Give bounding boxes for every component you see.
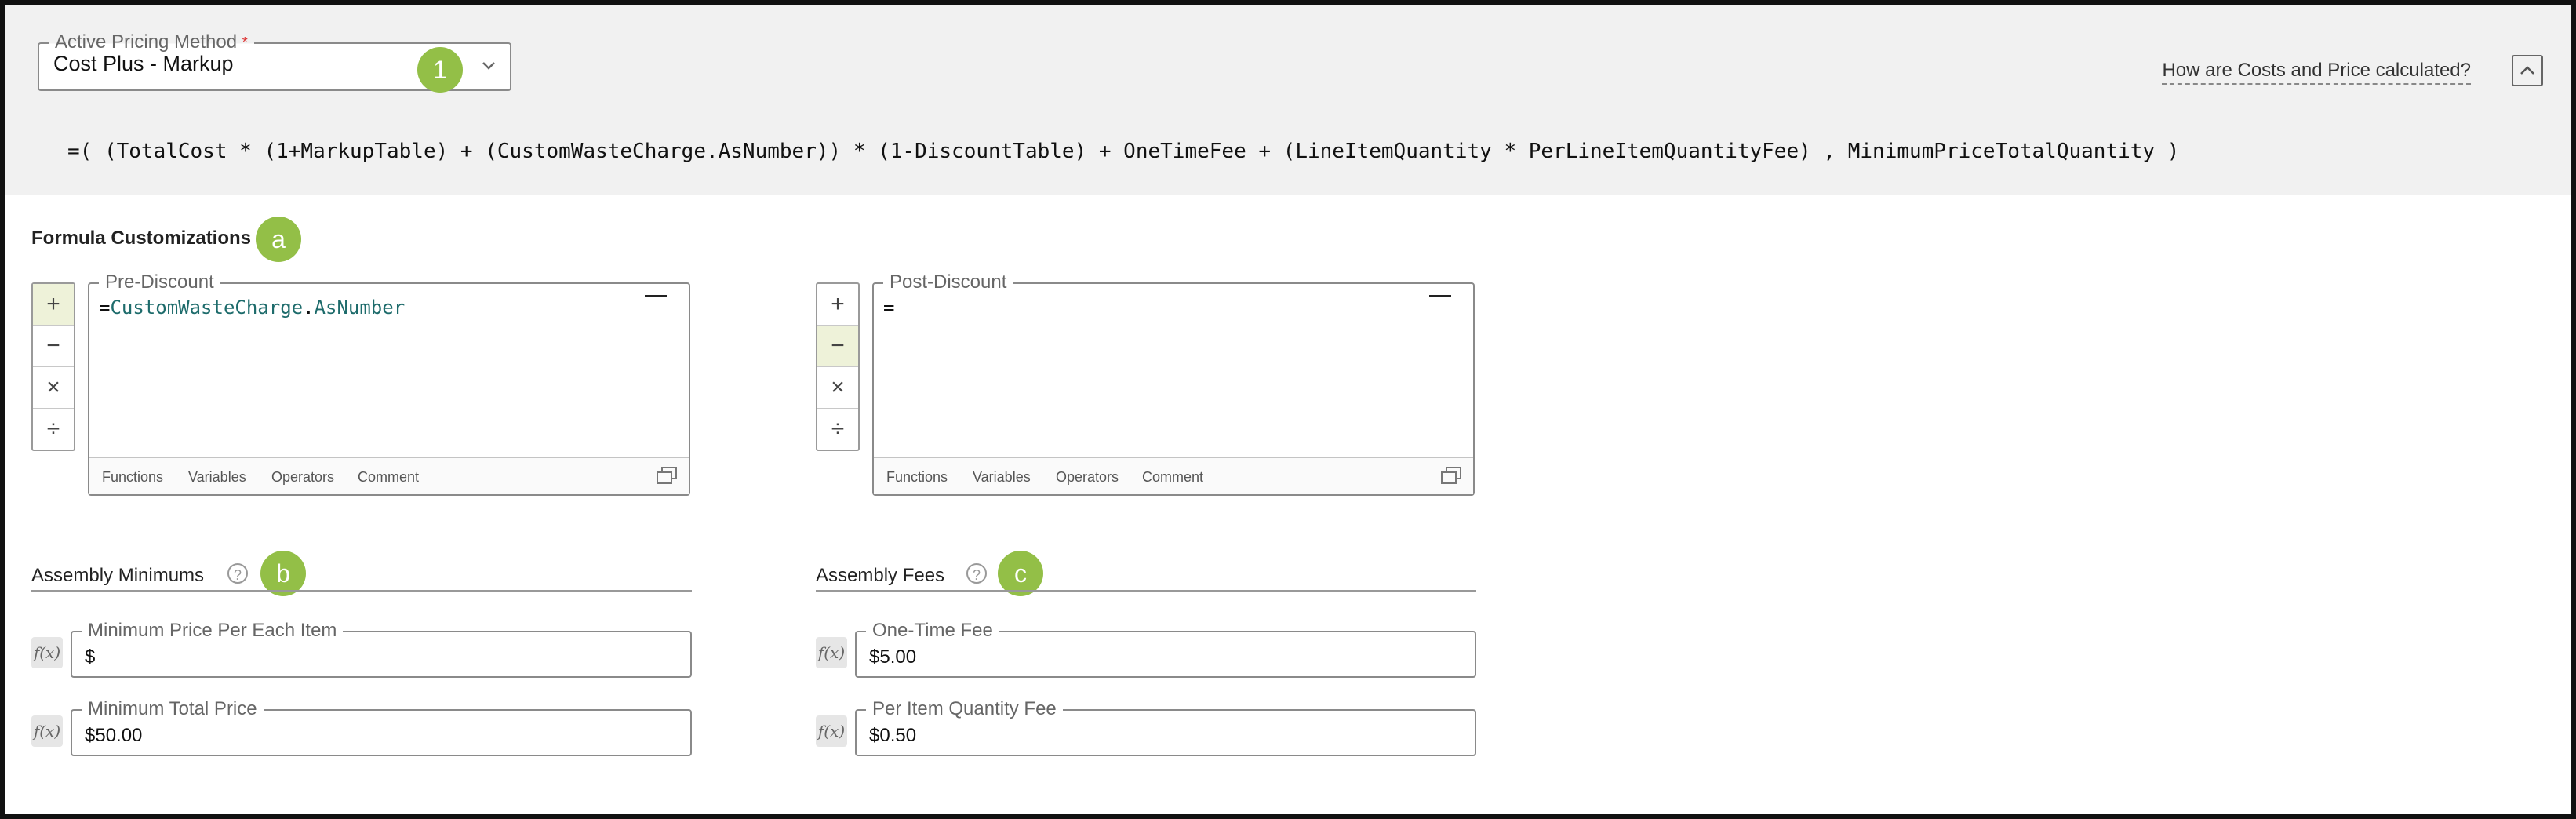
costs-help-link[interactable]: How are Costs and Price calculated? <box>2162 60 2471 85</box>
chevron-up-icon <box>2520 66 2534 75</box>
min-price-per-item-field[interactable]: Minimum Price Per Each Item $ <box>71 620 692 678</box>
operators-tab[interactable]: Operators <box>1056 469 1119 486</box>
minimize-icon[interactable] <box>1429 295 1451 297</box>
assembly-fees-title: Assembly Fees <box>816 565 945 586</box>
add-operator-button[interactable]: + <box>817 284 858 326</box>
comment-tab[interactable]: Comment <box>358 469 419 486</box>
multiply-operator-button[interactable]: × <box>817 367 858 409</box>
subtract-operator-button[interactable]: − <box>817 326 858 367</box>
pricing-header: Active Pricing Method * Cost Plus - Mark… <box>5 5 2571 195</box>
pre-discount-editor[interactable]: Pre-Discount =CustomWasteCharge.AsNumber… <box>88 271 690 496</box>
active-formula: =( (TotalCost * (1+MarkupTable) + (Custo… <box>67 140 2180 163</box>
operators-tab[interactable]: Operators <box>271 469 334 486</box>
per-item-quantity-fee-label: Per Item Quantity Fee <box>866 698 1063 720</box>
divide-operator-button[interactable]: ÷ <box>817 409 858 450</box>
pre-discount-operators: + − × ÷ <box>31 282 75 451</box>
post-discount-editor[interactable]: Post-Discount = Functions Variables Oper… <box>872 271 1475 496</box>
post-discount-operators: + − × ÷ <box>816 282 860 451</box>
callout-badge-1: 1 <box>417 47 463 93</box>
callout-badge-a: a <box>256 217 301 262</box>
help-icon[interactable]: ? <box>966 563 987 584</box>
editor-toolbar: Functions Variables Operators Comment <box>89 457 689 494</box>
function-icon[interactable]: f(x) <box>31 637 63 668</box>
section-divider <box>31 590 692 592</box>
chevron-down-icon <box>482 62 495 70</box>
min-total-price-field[interactable]: Minimum Total Price $50.00 <box>71 698 692 756</box>
pricing-method-label: Active Pricing Method * <box>49 31 254 53</box>
pre-discount-expression[interactable]: =CustomWasteCharge.AsNumber <box>99 297 405 318</box>
variables-tab[interactable]: Variables <box>188 469 246 486</box>
pricing-method-value: Cost Plus - Markup <box>53 52 234 75</box>
comment-tab[interactable]: Comment <box>1142 469 1203 486</box>
divide-operator-button[interactable]: ÷ <box>33 409 74 450</box>
one-time-fee-field[interactable]: One-Time Fee $5.00 <box>855 620 1476 678</box>
functions-tab[interactable]: Functions <box>886 469 948 486</box>
function-icon[interactable]: f(x) <box>31 715 63 747</box>
help-icon[interactable]: ? <box>227 563 248 584</box>
variables-tab[interactable]: Variables <box>973 469 1031 486</box>
minimize-icon[interactable] <box>645 295 667 297</box>
min-total-price-label: Minimum Total Price <box>82 698 264 720</box>
pricing-panel: Active Pricing Method * Cost Plus - Mark… <box>5 5 2571 814</box>
function-icon[interactable]: f(x) <box>816 715 847 747</box>
min-price-per-item-label: Minimum Price Per Each Item <box>82 620 344 642</box>
min-total-price-value: $50.00 <box>85 725 143 746</box>
add-operator-button[interactable]: + <box>33 284 74 326</box>
section-divider <box>816 590 1476 592</box>
function-icon[interactable]: f(x) <box>816 637 847 668</box>
expand-window-icon[interactable] <box>656 466 678 486</box>
pre-discount-label: Pre-Discount <box>99 271 220 293</box>
editor-toolbar: Functions Variables Operators Comment <box>874 457 1473 494</box>
functions-tab[interactable]: Functions <box>102 469 163 486</box>
multiply-operator-button[interactable]: × <box>33 367 74 409</box>
assembly-minimums-title: Assembly Minimums <box>31 565 205 586</box>
per-item-quantity-fee-value: $0.50 <box>869 725 917 746</box>
post-discount-expression[interactable]: = <box>883 297 894 318</box>
expand-window-icon[interactable] <box>1440 466 1462 486</box>
one-time-fee-label: One-Time Fee <box>866 620 999 642</box>
post-discount-label: Post-Discount <box>883 271 1013 293</box>
collapse-button[interactable] <box>2512 55 2543 86</box>
subtract-operator-button[interactable]: − <box>33 326 74 367</box>
per-item-quantity-fee-field[interactable]: Per Item Quantity Fee $0.50 <box>855 698 1476 756</box>
one-time-fee-value: $5.00 <box>869 646 917 668</box>
formula-customizations-title: Formula Customizations <box>31 228 252 249</box>
min-price-per-item-value: $ <box>85 646 96 668</box>
